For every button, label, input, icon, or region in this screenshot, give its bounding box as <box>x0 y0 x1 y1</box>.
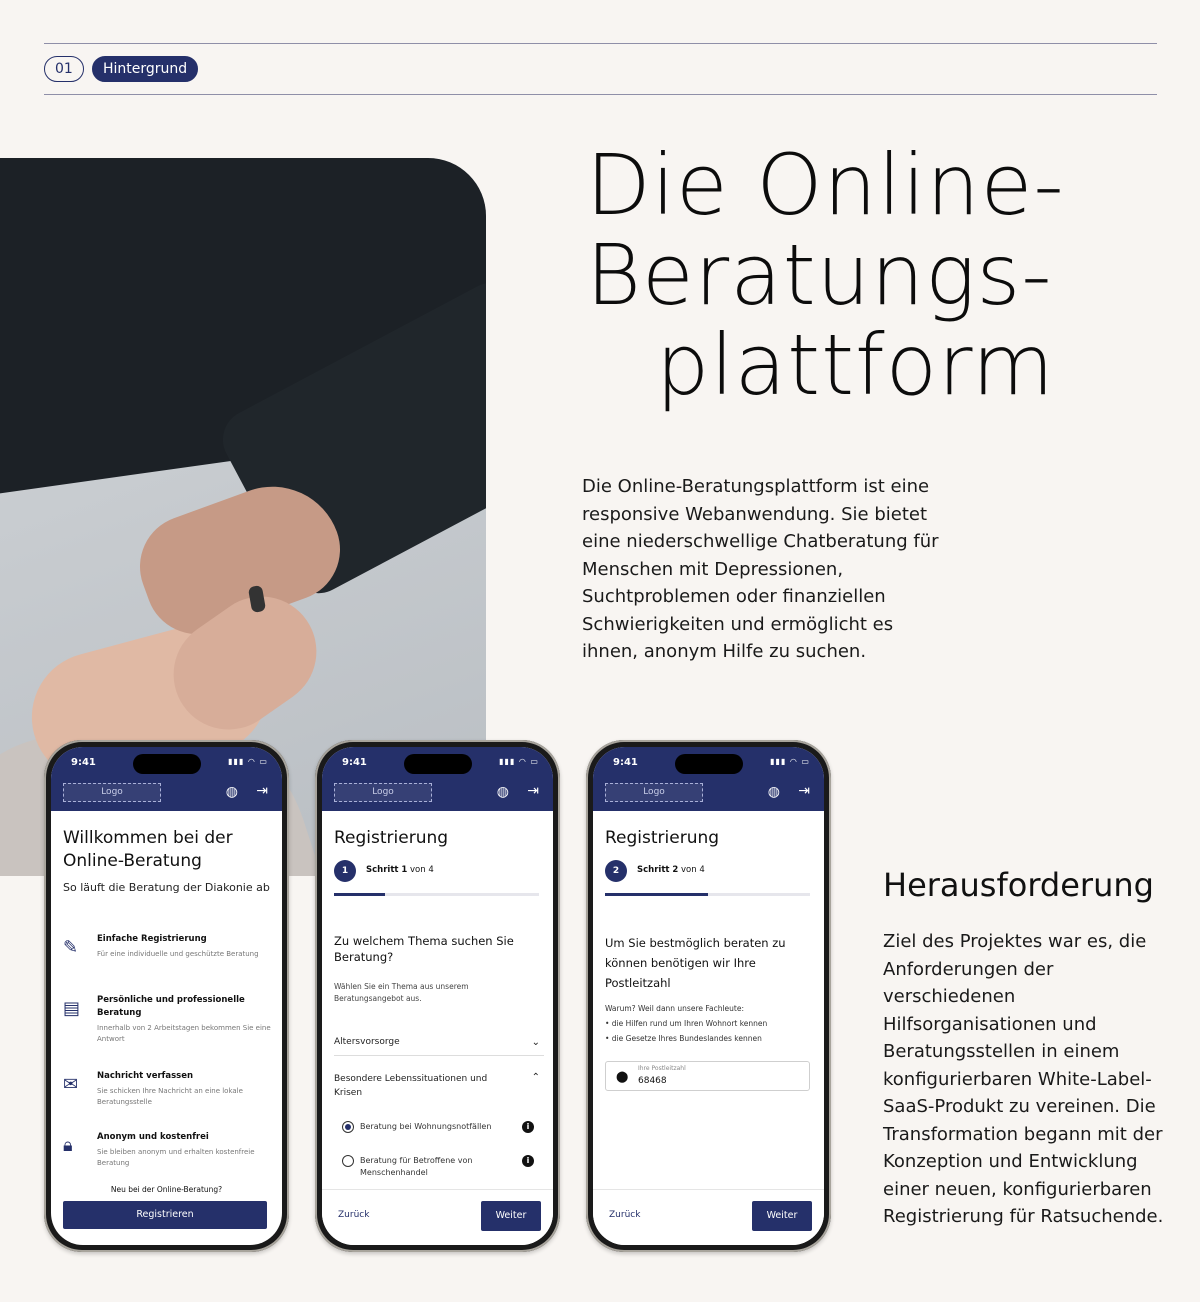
register-button[interactable]: Registrieren <box>63 1201 267 1229</box>
step-indicator: 1 Schritt 1 von 4 <box>334 860 544 882</box>
radio-option-wohnung[interactable]: Beratung bei Wohnungsnotfällen i <box>342 1121 542 1133</box>
radio-button[interactable] <box>342 1121 354 1133</box>
status-icons: ▮▮▮ ◠ ▭ <box>499 757 539 766</box>
phone-welcome: 9:41 ▮▮▮ ◠ ▭ Logo ◍ ⇥ Willkommen bei der… <box>44 740 289 1252</box>
back-link[interactable]: Zurück <box>338 1210 369 1220</box>
logo-placeholder[interactable]: Logo <box>63 783 161 802</box>
step-number: 2 <box>605 860 627 882</box>
step-indicator: 2 Schritt 2 von 4 <box>605 860 815 882</box>
accordion-altersvorsorge[interactable]: Altersvorsorge ⌄ <box>334 1037 544 1056</box>
top-rule <box>44 43 1157 44</box>
feature-item: ✎ Einfache Registrierung Für eine indivi… <box>63 934 259 958</box>
progress-bar <box>605 893 810 896</box>
back-link[interactable]: Zurück <box>609 1210 640 1220</box>
logo-placeholder[interactable]: Logo <box>334 783 432 802</box>
postcode-value[interactable]: 68468 <box>638 1076 667 1086</box>
feature-item: ▤ Persönliche und professionelle Beratun… <box>63 995 271 1043</box>
new-here-text: Neu bei der Online-Beratung? <box>110 1185 223 1194</box>
status-icons: ▮▮▮ ◠ ▭ <box>228 757 268 766</box>
bottom-nav: Zurück Weiter <box>593 1189 824 1245</box>
status-time: 9:41 <box>342 757 367 768</box>
registration-title: Registrierung <box>605 828 720 848</box>
postcode-field[interactable]: ⬤ Ihre Postleitzahl 68468 <box>605 1061 810 1091</box>
status-icons: ▮▮▮ ◠ ▭ <box>770 757 810 766</box>
info-icon[interactable]: i <box>522 1121 534 1133</box>
radio-option-menschenhandel[interactable]: Beratung für Betroffene von Menschenhand… <box>342 1155 542 1179</box>
phone-step1: 9:41 ▮▮▮ ◠ ▭ Logo ◍ ⇥ Registrierung 1 Sc… <box>315 740 560 1252</box>
info-icon[interactable]: i <box>522 1155 534 1167</box>
login-icon[interactable]: ⇥ <box>256 783 268 799</box>
dynamic-island <box>133 754 201 774</box>
section-tag: Hintergrund <box>92 56 199 82</box>
phone-step2: 9:41 ▮▮▮ ◠ ▭ Logo ◍ ⇥ Registrierung 2 Sc… <box>586 740 831 1252</box>
location-pin-icon: ⬤ <box>616 1070 629 1083</box>
postcode-label: Ihre Postleitzahl <box>638 1065 686 1072</box>
welcome-subtitle: So läuft die Beratung der Diakonie ab <box>63 881 270 894</box>
challenge-heading: Herausforderung <box>883 866 1154 904</box>
status-time: 9:41 <box>613 757 638 768</box>
page-title: Die Online- Beratungs- plattform <box>586 136 1065 414</box>
postcode-reasons: Warum? Weil dann unsere Fachleute: • die… <box>605 1004 768 1043</box>
postcode-question: Um Sie bestmöglich beraten zu können ben… <box>605 936 786 990</box>
status-time: 9:41 <box>71 757 96 768</box>
chat-icon: ▤ <box>63 998 81 1019</box>
next-button[interactable]: Weiter <box>481 1201 541 1231</box>
radio-button[interactable] <box>342 1155 354 1167</box>
step-label: Schritt 2 von 4 <box>637 865 705 875</box>
globe-icon[interactable]: ◍ <box>768 784 780 800</box>
app-header: 9:41 ▮▮▮ ◠ ▭ Logo ◍ ⇥ <box>322 747 553 811</box>
step-number: 1 <box>334 860 356 882</box>
mail-icon: ✉ <box>63 1074 79 1095</box>
section-number: 01 <box>44 56 84 82</box>
login-icon[interactable]: ⇥ <box>527 783 539 799</box>
challenge-text: Ziel des Projektes war es, die Anforderu… <box>883 931 1164 1227</box>
step-label: Schritt 1 von 4 <box>366 865 434 875</box>
lock-icon: 🔒︎ <box>63 1135 73 1156</box>
progress-bar <box>334 893 539 896</box>
bottom-nav: Zurück Weiter <box>322 1189 553 1245</box>
feature-item: ✉ Nachricht verfassen Sie schicken Ihre … <box>63 1071 243 1106</box>
topic-question: Zu welchem Thema suchen Sie Beratung? <box>334 934 514 964</box>
feature-item: 🔒︎ Anonym und kostenfrei Sie bleiben ano… <box>63 1132 255 1167</box>
login-icon[interactable]: ⇥ <box>798 783 810 799</box>
dynamic-island <box>675 754 743 774</box>
logo-placeholder[interactable]: Logo <box>605 783 703 802</box>
app-header: 9:41 ▮▮▮ ◠ ▭ Logo ◍ ⇥ <box>593 747 824 811</box>
chevron-up-icon: ⌃ <box>531 1072 540 1083</box>
globe-icon[interactable]: ◍ <box>226 784 238 800</box>
intro-text: Die Online-Beratungsplattform ist eine r… <box>582 476 939 662</box>
welcome-title: Willkommen bei der Online-Beratung <box>63 828 233 871</box>
header-rule <box>44 94 1157 95</box>
registration-title: Registrierung <box>334 828 449 848</box>
globe-icon[interactable]: ◍ <box>497 784 509 800</box>
dynamic-island <box>404 754 472 774</box>
pencil-icon: ✎ <box>63 937 79 958</box>
accordion-krisen[interactable]: Besondere Lebenssituationen und Krisen ⌃ <box>334 1072 544 1108</box>
app-header: 9:41 ▮▮▮ ◠ ▭ Logo ◍ ⇥ <box>51 747 282 811</box>
chevron-down-icon: ⌄ <box>531 1037 540 1048</box>
next-button[interactable]: Weiter <box>752 1201 812 1231</box>
topic-description: Wählen Sie ein Thema aus unserem Beratun… <box>334 982 469 1003</box>
